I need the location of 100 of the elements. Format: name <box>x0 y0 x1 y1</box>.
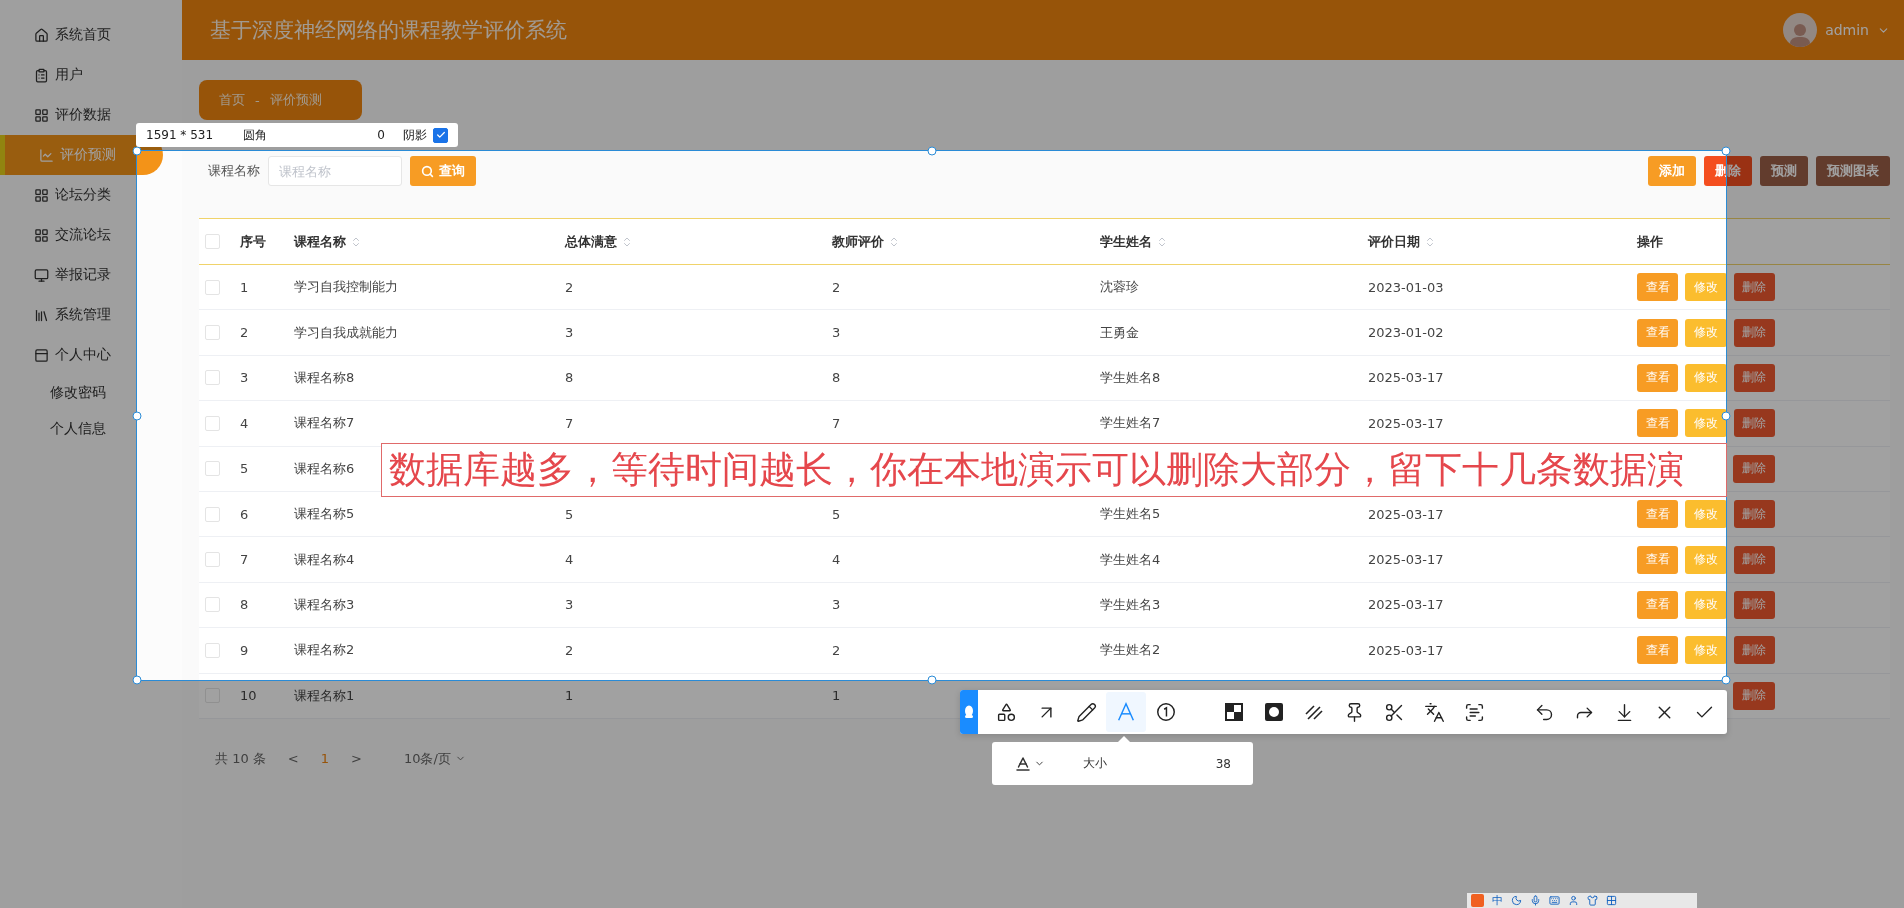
row-action-button[interactable]: 删除 <box>1733 545 1775 574</box>
font-color-picker[interactable] <box>1014 754 1045 773</box>
row-action-button[interactable]: 修改 <box>1685 545 1727 574</box>
table-cell: 3 <box>832 325 841 341</box>
row-action-button[interactable]: 删除 <box>1733 273 1775 302</box>
row-action-button[interactable]: 修改 <box>1685 500 1727 529</box>
shirt-icon[interactable] <box>1587 895 1598 906</box>
grid-icon[interactable] <box>1606 895 1617 906</box>
table-cell: 3 <box>240 370 249 386</box>
row-action-button[interactable]: 查看 <box>1637 590 1679 619</box>
sidebar-subitem[interactable]: 个人信息 <box>0 411 163 447</box>
column-header: 序号 <box>240 232 266 251</box>
moon-icon[interactable] <box>1511 895 1522 906</box>
row-action-button[interactable]: 删除 <box>1733 681 1775 710</box>
table-cell: 2023-01-02 <box>1368 325 1444 341</box>
sidebar-item[interactable]: 个人中心 <box>0 335 163 375</box>
resize-handle[interactable] <box>927 675 936 685</box>
column-header[interactable]: 评价日期 <box>1368 232 1420 251</box>
row-action-button[interactable]: 查看 <box>1637 363 1679 392</box>
penguin-button[interactable] <box>960 690 978 734</box>
row-checkbox[interactable] <box>205 279 220 295</box>
mosaic-icon <box>1224 702 1244 722</box>
sidebar-subitem[interactable]: 修改密码 <box>0 375 163 411</box>
page-number[interactable]: 1 <box>320 751 329 767</box>
row-action-button[interactable]: 删除 <box>1733 500 1775 529</box>
row-action-button[interactable]: 修改 <box>1685 318 1727 347</box>
row-action-button[interactable]: 查看 <box>1637 273 1679 302</box>
row-action-button[interactable]: 修改 <box>1685 363 1727 392</box>
row-checkbox[interactable] <box>205 506 220 522</box>
pencil-icon <box>1075 701 1097 723</box>
table-cell: 1 <box>832 688 841 704</box>
keyboard-icon[interactable] <box>1549 895 1560 906</box>
text-color-icon <box>1014 754 1032 773</box>
resize-handle[interactable] <box>1721 146 1731 156</box>
row-action-button[interactable]: 修改 <box>1685 590 1727 619</box>
sidebar-item[interactable]: 交流论坛 <box>0 215 163 255</box>
column-header[interactable]: 学生姓名 <box>1100 232 1152 251</box>
action-button[interactable]: 预测 <box>1760 156 1808 186</box>
page-size-select[interactable]: 10条/页 <box>395 744 474 773</box>
row-checkbox[interactable] <box>205 415 220 431</box>
row-checkbox[interactable] <box>205 325 220 341</box>
table-cell: 沈蓉珍 <box>1100 278 1139 297</box>
row-action-button[interactable]: 删除 <box>1733 636 1775 665</box>
table-cell: 8 <box>240 597 249 613</box>
row-action-button[interactable]: 查看 <box>1637 545 1679 574</box>
select-all-checkbox[interactable] <box>205 234 220 249</box>
search-button[interactable]: 查询 <box>410 156 476 186</box>
user-name[interactable]: admin <box>1825 22 1869 38</box>
sidebar-item[interactable]: 用户 <box>0 55 163 95</box>
row-action-button[interactable]: 查看 <box>1637 318 1679 347</box>
resize-handle[interactable] <box>1721 675 1731 685</box>
table-cell: 学生姓名4 <box>1100 550 1161 569</box>
size-value[interactable]: 38 <box>1215 756 1231 771</box>
column-header[interactable]: 课程名称 <box>294 232 346 251</box>
row-checkbox[interactable] <box>205 597 220 613</box>
table-cell: 2025-03-17 <box>1368 552 1444 568</box>
action-button[interactable]: 预测图表 <box>1816 156 1890 186</box>
breadcrumb-separator: - <box>255 92 260 108</box>
resize-handle[interactable] <box>132 411 142 420</box>
user-icon[interactable] <box>1568 895 1579 906</box>
text-annotation[interactable]: 数据库越多，等待时间越长，你在本地演示可以删除大部分，留下十几条数据演 <box>381 443 1727 497</box>
resize-handle[interactable] <box>1721 411 1731 420</box>
prev-page-button[interactable]: < <box>287 751 299 767</box>
search-field[interactable]: 课程名称 <box>268 156 402 186</box>
grid-icon <box>34 107 49 123</box>
next-page-button[interactable]: > <box>351 751 362 767</box>
table-cell: 学生姓名5 <box>1100 505 1161 524</box>
row-action-button[interactable]: 删除 <box>1733 318 1775 347</box>
row-action-button[interactable]: 查看 <box>1637 409 1679 438</box>
row-checkbox[interactable] <box>205 370 220 386</box>
mic-icon[interactable] <box>1530 895 1541 906</box>
column-header[interactable]: 总体满意 <box>565 232 617 251</box>
action-button[interactable]: 添加 <box>1648 156 1696 186</box>
row-action-button[interactable]: 删除 <box>1733 454 1775 483</box>
radius-value[interactable]: 0 <box>377 128 385 142</box>
resize-handle[interactable] <box>132 675 142 685</box>
ime-mode[interactable]: 中 <box>1492 893 1503 908</box>
row-action-button[interactable]: 删除 <box>1733 363 1775 392</box>
row-action-button[interactable]: 查看 <box>1637 500 1679 529</box>
sidebar-item[interactable]: 举报记录 <box>0 255 163 295</box>
row-checkbox[interactable] <box>205 461 220 477</box>
sidebar-item[interactable]: 论坛分类 <box>0 175 163 215</box>
row-action-button[interactable]: 修改 <box>1685 409 1727 438</box>
clipboard-icon <box>34 67 49 83</box>
table-cell: 课程名称3 <box>294 595 355 614</box>
sidebar-item[interactable]: 系统首页 <box>0 15 163 55</box>
row-action-button[interactable]: 删除 <box>1733 590 1775 619</box>
row-action-button[interactable]: 修改 <box>1685 273 1727 302</box>
table-cell: 8 <box>832 370 841 386</box>
row-checkbox[interactable] <box>205 552 220 568</box>
column-header[interactable]: 教师评价 <box>832 232 884 251</box>
row-action-button[interactable]: 修改 <box>1685 636 1727 665</box>
shadow-checkbox[interactable] <box>433 127 448 143</box>
row-checkbox[interactable] <box>205 642 220 658</box>
row-action-button[interactable]: 删除 <box>1733 409 1775 438</box>
resize-handle[interactable] <box>927 146 936 156</box>
avatar[interactable] <box>1783 13 1818 47</box>
row-action-button[interactable]: 查看 <box>1637 636 1679 665</box>
breadcrumb-link[interactable]: 首页 <box>219 91 245 109</box>
sidebar-item[interactable]: 系统管理 <box>0 295 163 335</box>
